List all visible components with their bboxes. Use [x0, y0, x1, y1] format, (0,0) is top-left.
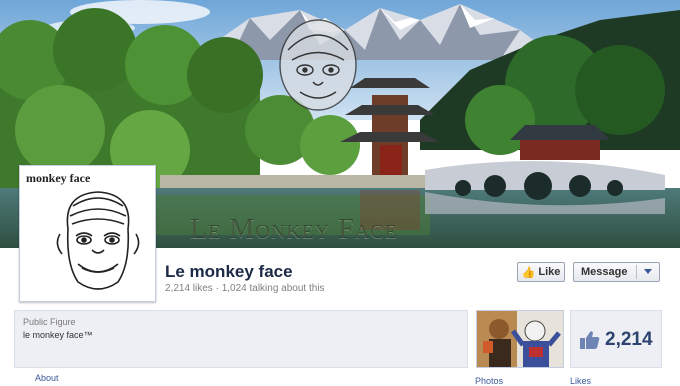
cover-watermark-text: Le Monkey Face: [190, 214, 398, 245]
like-button-label: Like: [538, 266, 561, 278]
monkey-face-icon: [56, 191, 140, 290]
about-panel[interactable]: Public Figure le monkey face™: [14, 310, 468, 368]
like-button[interactable]: 👍 Like: [517, 262, 565, 282]
message-button[interactable]: Message: [573, 262, 660, 282]
thumbs-up-icon: [580, 331, 600, 349]
page-description: le monkey face™: [23, 330, 93, 340]
likes-box[interactable]: 2,214: [570, 310, 662, 368]
page-title: Le monkey face: [165, 262, 293, 281]
likes-count: 2,214: [605, 329, 653, 350]
page-stats-text: 2,214 likes · 1,024 talking about this: [165, 283, 325, 294]
profile-picture[interactable]: monkey face: [19, 165, 156, 302]
chevron-down-icon[interactable]: [644, 269, 652, 274]
page-category: Public Figure: [23, 317, 76, 327]
photos-preview-image: [477, 311, 563, 367]
button-divider: [636, 265, 637, 279]
message-button-label: Message: [581, 266, 628, 278]
about-link[interactable]: About: [35, 373, 59, 383]
thumbs-up-icon: 👍: [521, 266, 536, 279]
photos-thumbnail[interactable]: [476, 310, 564, 368]
